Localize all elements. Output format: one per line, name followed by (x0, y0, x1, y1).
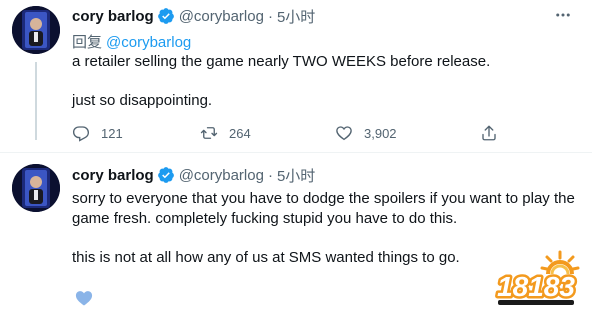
like-count: 3,902 (364, 125, 397, 141)
reply-button[interactable]: 121 (72, 124, 123, 142)
separator-dot: · (267, 166, 273, 184)
like-button[interactable] (74, 288, 105, 308)
author-name[interactable]: cory barlog (72, 167, 154, 184)
tweet-actions: 121 264 3,902 (72, 124, 502, 142)
tweet-header: cory barlog @corybarlog · 5小时 (72, 165, 315, 185)
share-button[interactable] (480, 124, 509, 142)
tweet-text-line: this is not at all how any of us at SMS … (72, 249, 460, 266)
tweet-header: cory barlog @corybarlog · 5小时 (72, 6, 315, 26)
timestamp[interactable]: 5小时 (277, 165, 315, 186)
tweet-text-line: game fresh. completely fucking stupid yo… (72, 210, 458, 227)
avatar[interactable] (12, 164, 60, 212)
like-icon (75, 291, 93, 306)
tweet-text-line: sorry to everyone that you have to dodge… (72, 190, 575, 207)
timestamp[interactable]: 5小时 (277, 6, 315, 27)
reply-count: 121 (101, 125, 123, 141)
retweet-button[interactable]: 264 (200, 124, 251, 142)
watermark-text: 18183 (497, 271, 575, 302)
tweet-text-line: a retailer selling the game nearly TWO W… (72, 53, 491, 70)
retweet-count: 264 (229, 125, 251, 141)
separator-dot: · (267, 7, 273, 25)
verified-icon (157, 167, 174, 183)
retweet-icon (200, 127, 218, 139)
watermark-logo: 18183 (488, 244, 588, 314)
like-button[interactable]: 3,902 (335, 124, 397, 142)
author-handle[interactable]: @corybarlog (179, 167, 264, 184)
like-icon (336, 126, 352, 141)
tweet-1[interactable]: cory barlog @corybarlog · 5小时 回复 @corybar… (0, 0, 592, 152)
author-handle[interactable]: @corybarlog (179, 8, 264, 25)
reply-to: 回复 @corybarlog (72, 31, 191, 52)
more-icon[interactable] (552, 6, 574, 24)
verified-icon (157, 8, 174, 24)
share-icon (482, 125, 496, 141)
reply-prefix: 回复 (72, 34, 103, 51)
reply-icon (72, 126, 90, 142)
author-name[interactable]: cory barlog (72, 8, 154, 25)
tweet-text-line: just so disappointing. (72, 92, 213, 109)
avatar[interactable] (12, 6, 60, 54)
reply-handle-link[interactable]: @corybarlog (106, 34, 191, 51)
thread-line (35, 62, 37, 140)
